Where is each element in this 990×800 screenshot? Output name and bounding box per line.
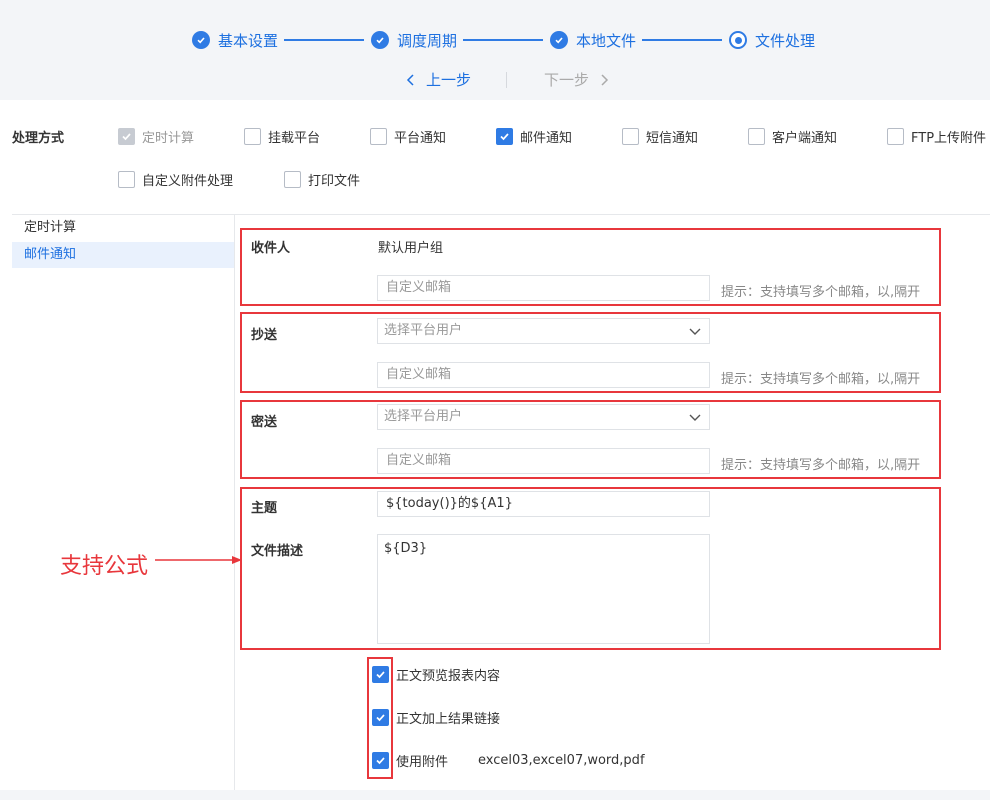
bcc-label: 密送	[251, 415, 278, 430]
subject-input[interactable]: ${today()}的${A1}	[377, 491, 710, 517]
select-placeholder: 选择平台用户	[384, 409, 463, 424]
method-option-ftp-upload[interactable]: FTP上传附件	[887, 127, 986, 146]
chevron-right-icon	[601, 73, 609, 86]
checkbox-icon[interactable]	[622, 128, 639, 145]
checkbox-icon[interactable]	[496, 128, 513, 145]
chevron-left-icon	[406, 73, 414, 86]
checkbox-icon[interactable]	[370, 128, 387, 145]
option-use-attachment[interactable]: 使用附件 excel03,excel07,word,pdf	[372, 751, 645, 770]
checkbox-icon[interactable]	[118, 171, 135, 188]
step-local-file[interactable]: 本地文件	[550, 30, 636, 51]
prev-step-label: 上一步	[426, 71, 472, 89]
next-step-label: 下一步	[544, 71, 590, 89]
method-option-print-file[interactable]: 打印文件	[284, 170, 360, 189]
option-label: 邮件通知	[520, 131, 573, 146]
method-label: 处理方式	[12, 131, 65, 146]
cc-label: 抄送	[251, 328, 278, 343]
option-label: 挂载平台	[268, 131, 321, 146]
option-label: 短信通知	[646, 131, 699, 146]
bcc-hint: 提示：支持填写多个邮箱，以,隔开	[721, 458, 921, 473]
recipient-label: 收件人	[251, 241, 291, 256]
select-placeholder: 选择平台用户	[384, 323, 463, 338]
checkbox-icon[interactable]	[372, 666, 389, 683]
cc-user-select[interactable]: 选择平台用户	[377, 318, 710, 344]
option-label: 正文预览报表内容	[396, 669, 501, 684]
option-label: 客户端通知	[772, 131, 838, 146]
option-label: 打印文件	[308, 174, 361, 189]
method-option-platform-notify[interactable]: 平台通知	[370, 127, 446, 146]
option-label: 正文加上结果链接	[396, 712, 501, 727]
step-basic-settings[interactable]: 基本设置	[192, 30, 278, 51]
step-file-processing[interactable]: 文件处理	[729, 30, 815, 51]
wizard-header: 基本设置 调度周期 本地文件 文件处理 上一步 下一步	[0, 0, 990, 100]
description-label: 文件描述	[251, 544, 304, 559]
checkbox-icon[interactable]	[284, 171, 301, 188]
checkbox-icon[interactable]	[372, 709, 389, 726]
chevron-down-icon	[689, 414, 701, 421]
option-preview-report[interactable]: 正文预览报表内容	[372, 665, 500, 684]
recipient-email-input[interactable]: 自定义邮箱	[377, 275, 710, 301]
wizard-steps: 基本设置 调度周期 本地文件 文件处理	[192, 28, 815, 52]
step-schedule[interactable]: 调度周期	[371, 30, 457, 51]
method-option-sms-notify[interactable]: 短信通知	[622, 127, 698, 146]
option-label: 自定义附件处理	[142, 174, 234, 189]
radio-current-icon	[729, 31, 748, 49]
sidebar-item-scheduled[interactable]: 定时计算	[12, 215, 234, 241]
step-label: 调度周期	[397, 31, 458, 50]
bcc-email-input[interactable]: 自定义邮箱	[377, 448, 710, 474]
step-connector	[642, 39, 723, 41]
option-label: 定时计算	[142, 131, 195, 146]
option-label: 使用附件	[396, 755, 449, 770]
arrow-icon	[155, 556, 242, 564]
checkbox-icon[interactable]	[244, 128, 261, 145]
cc-hint: 提示：支持填写多个邮箱，以,隔开	[721, 372, 921, 387]
method-option-mount-platform[interactable]: 挂载平台	[244, 127, 320, 146]
recipient-hint: 提示：支持填写多个邮箱，以,隔开	[721, 285, 921, 300]
option-result-link[interactable]: 正文加上结果链接	[372, 708, 500, 727]
subject-label: 主题	[251, 501, 278, 516]
attachment-types: excel03,excel07,word,pdf	[478, 753, 645, 768]
chevron-down-icon	[689, 328, 701, 335]
checkbox-icon[interactable]	[748, 128, 765, 145]
check-circle-icon	[550, 31, 569, 49]
option-label: FTP上传附件	[911, 131, 987, 146]
sidebar-item-label: 邮件通知	[24, 247, 77, 262]
prev-step-button[interactable]: 上一步	[404, 69, 471, 90]
sidebar-item-label: 定时计算	[24, 220, 77, 235]
step-label: 基本设置	[218, 31, 279, 50]
method-option-scheduled: 定时计算	[118, 127, 194, 146]
step-connector	[463, 39, 544, 41]
step-label: 文件处理	[755, 31, 816, 50]
method-option-client-notify[interactable]: 客户端通知	[748, 127, 837, 146]
checkbox-icon	[118, 128, 135, 145]
check-circle-icon	[192, 31, 210, 49]
option-label: 平台通知	[394, 131, 447, 146]
formula-annotation: 支持公式	[60, 554, 149, 579]
bcc-user-select[interactable]: 选择平台用户	[377, 404, 710, 430]
recipient-default-group: 默认用户组	[378, 241, 444, 256]
description-textarea[interactable]: ${D3}	[377, 534, 710, 644]
method-option-email-notify[interactable]: 邮件通知	[496, 127, 572, 146]
checkbox-icon[interactable]	[887, 128, 904, 145]
next-step-button[interactable]: 下一步	[544, 69, 611, 90]
method-option-custom-attachment[interactable]: 自定义附件处理	[118, 170, 233, 189]
check-circle-icon	[371, 31, 390, 49]
sidebar-item-email[interactable]: 邮件通知	[12, 242, 234, 268]
cc-email-input[interactable]: 自定义邮箱	[377, 362, 710, 388]
step-connector	[284, 39, 365, 41]
nav-divider	[506, 72, 507, 88]
sidebar-divider	[234, 214, 235, 790]
step-label: 本地文件	[576, 31, 637, 50]
checkbox-icon[interactable]	[372, 752, 389, 769]
